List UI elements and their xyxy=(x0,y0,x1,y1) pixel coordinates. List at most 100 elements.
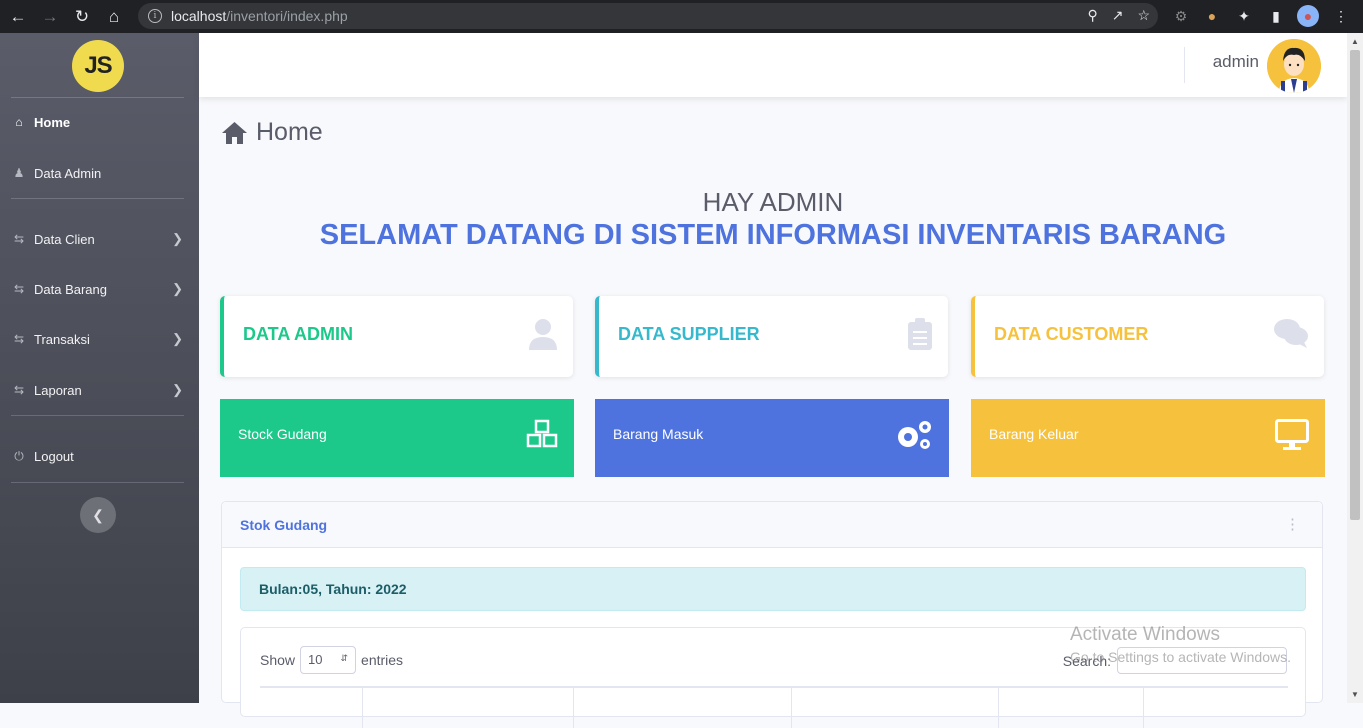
entries-value: 10 xyxy=(308,652,323,667)
tile-label: Barang Masuk xyxy=(613,426,704,442)
sidebar-item-label: Data Clien xyxy=(34,231,95,247)
address-bar[interactable]: i localhost/inventori/index.php ⚲ ↗ ☆ xyxy=(138,3,1158,29)
scroll-thumb[interactable] xyxy=(1350,50,1360,520)
panel-title: Stok Gudang xyxy=(240,517,328,533)
tile-stock-gudang[interactable]: Stock Gudang xyxy=(220,399,574,477)
entries-label: entries xyxy=(361,652,404,668)
sidebar-item-transaksi[interactable]: ⇆ Transaksi ❯ xyxy=(0,321,199,357)
bookmark-star-icon[interactable]: ☆ xyxy=(1137,7,1150,24)
clipboard-icon xyxy=(908,318,932,358)
sidebar-item-laporan[interactable]: ⇆ Laporan ❯ xyxy=(0,372,199,408)
cubes-icon xyxy=(526,419,558,457)
page-scrollbar[interactable]: ▲ ▼ xyxy=(1347,33,1363,703)
avatar[interactable] xyxy=(1267,39,1321,93)
sidebar-item-label: Laporan xyxy=(34,382,82,398)
chevron-left-icon: ❮ xyxy=(92,506,104,523)
sort-arrows-icon: ⇵ xyxy=(340,653,349,663)
scroll-down-icon[interactable]: ▼ xyxy=(1351,690,1359,699)
menu-kebab-icon[interactable]: ⋮ xyxy=(1330,5,1352,27)
sidebar-item-logout[interactable]: ⏻ Logout xyxy=(0,438,199,474)
side-panel-icon[interactable]: ▮ xyxy=(1265,5,1287,27)
power-icon: ⏻ xyxy=(14,448,24,463)
home-icon: ⌂ xyxy=(15,115,23,129)
exchange-icon: ⇆ xyxy=(13,232,25,246)
tile-label: Barang Keluar xyxy=(989,426,1079,442)
cogs-icon xyxy=(895,419,933,459)
reload-icon[interactable]: ↻ xyxy=(66,0,98,33)
page-title: Home xyxy=(221,118,323,147)
stock-panel: Stok Gudang ⋮ Bulan:05, Tahun: 2022 Show… xyxy=(221,501,1323,728)
card-label: DATA SUPPLIER xyxy=(618,324,760,344)
welcome-heading: SELAMAT DATANG DI SISTEM INFORMASI INVEN… xyxy=(319,219,1227,251)
extension-cookie-icon[interactable]: ● xyxy=(1201,5,1223,27)
table-header-cell[interactable] xyxy=(260,688,363,728)
table-header-cell[interactable] xyxy=(999,688,1144,728)
sidebar-toggle-button[interactable]: ❮ xyxy=(80,497,116,533)
forward-icon[interactable]: → xyxy=(34,0,66,33)
table-header-cell[interactable] xyxy=(574,688,792,728)
sidebar-item-data-barang[interactable]: ⇆ Data Barang ❯ xyxy=(0,271,199,307)
user-name[interactable]: admin xyxy=(1213,52,1259,72)
profile-avatar-icon[interactable]: ● xyxy=(1297,5,1319,27)
sidebar-item-label: Data Admin xyxy=(34,165,102,181)
back-icon[interactable]: ← xyxy=(2,0,34,33)
sidebar-divider xyxy=(11,198,184,199)
chevron-right-icon: ❯ xyxy=(172,231,183,246)
sidebar-divider xyxy=(11,482,184,483)
chevron-right-icon: ❯ xyxy=(172,382,183,397)
sidebar-item-label: Logout xyxy=(34,448,74,464)
site-info-icon[interactable]: i xyxy=(148,9,162,23)
card-label: DATA ADMIN xyxy=(243,324,353,344)
zoom-icon[interactable]: ⚲ xyxy=(1087,7,1097,24)
more-options-icon[interactable]: ⋮ xyxy=(1285,515,1300,533)
table-header-cell[interactable] xyxy=(792,688,999,728)
comments-icon xyxy=(1274,318,1308,356)
browser-toolbar: ← → ↻ ⌂ i localhost/inventori/index.php … xyxy=(0,0,1363,33)
sidebar-item-label: Transaksi xyxy=(34,331,90,347)
exchange-icon: ⇆ xyxy=(13,383,25,397)
tile-label: Stock Gudang xyxy=(238,426,327,442)
exchange-icon: ⇆ xyxy=(13,332,25,346)
table-header-cell[interactable] xyxy=(1144,688,1288,728)
card-data-supplier[interactable]: DATA SUPPLIER xyxy=(595,296,948,377)
card-data-admin[interactable]: DATA ADMIN xyxy=(220,296,573,377)
activate-windows-subtitle: Go to Settings to activate Windows. xyxy=(1070,649,1291,665)
url-path: /inventori/index.php xyxy=(226,8,348,24)
topbar-divider xyxy=(1184,47,1185,83)
user-icon: ♟ xyxy=(13,166,25,180)
share-icon[interactable]: ↗ xyxy=(1112,7,1124,24)
sidebar: JS ⌂ Home ♟ Data Admin ⇆ Data Clien ❯ ⇆ … xyxy=(0,33,199,703)
panel-header: Stok Gudang ⋮ xyxy=(222,502,1322,548)
card-data-customer[interactable]: DATA CUSTOMER xyxy=(971,296,1324,377)
home-icon xyxy=(222,121,247,144)
entries-length-control: Show 10 ⇵ entries xyxy=(260,646,403,674)
topbar: admin xyxy=(199,33,1347,97)
entries-select[interactable]: 10 ⇵ xyxy=(300,646,357,674)
period-info: Bulan:05, Tahun: 2022 xyxy=(240,567,1306,611)
sidebar-divider xyxy=(11,97,184,98)
table-header-cell[interactable] xyxy=(363,688,574,728)
extension-gear-icon[interactable]: ⚙ xyxy=(1170,5,1192,27)
sidebar-item-label: Home xyxy=(34,114,71,130)
data-table-header xyxy=(260,686,1288,728)
chevron-right-icon: ❯ xyxy=(172,281,183,296)
url-host: localhost xyxy=(171,8,227,24)
tile-barang-masuk[interactable]: Barang Masuk xyxy=(595,399,949,477)
scroll-up-icon[interactable]: ▲ xyxy=(1351,37,1359,46)
brand-logo[interactable]: JS xyxy=(72,40,124,92)
page-title-text: Home xyxy=(256,118,323,146)
tile-barang-keluar[interactable]: Barang Keluar xyxy=(971,399,1325,477)
desktop-icon xyxy=(1275,419,1309,459)
greeting-text: HAY ADMIN xyxy=(702,187,844,217)
exchange-icon: ⇆ xyxy=(13,282,25,296)
sidebar-divider xyxy=(11,415,184,416)
sidebar-item-home[interactable]: ⌂ Home xyxy=(0,104,199,140)
activate-windows-title: Activate Windows xyxy=(1070,624,1220,645)
sidebar-item-data-clien[interactable]: ⇆ Data Clien ❯ xyxy=(0,221,199,257)
sidebar-item-data-admin[interactable]: ♟ Data Admin xyxy=(0,155,199,191)
home-button-icon[interactable]: ⌂ xyxy=(98,0,130,33)
sidebar-item-label: Data Barang xyxy=(34,281,107,297)
card-label: DATA CUSTOMER xyxy=(994,324,1149,344)
user-icon xyxy=(529,318,557,358)
extensions-puzzle-icon[interactable]: ✦ xyxy=(1233,5,1255,27)
